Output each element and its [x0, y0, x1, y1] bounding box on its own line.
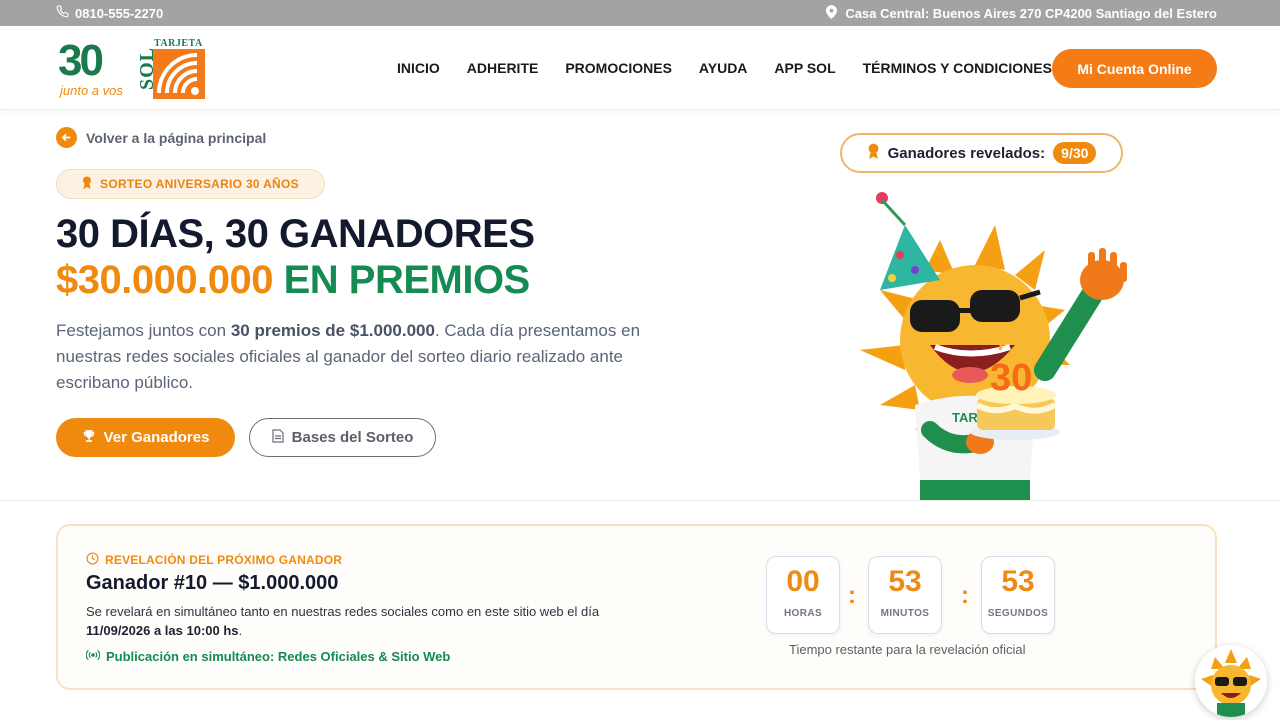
nav-adherite[interactable]: ADHERITE — [467, 60, 539, 76]
address: Casa Central: Buenos Aires 270 CP4200 Sa… — [826, 0, 1217, 26]
prize-amount: $30.000.000 — [56, 258, 273, 302]
next-winner-description: Se revelará en simultáneo tanto en nuest… — [86, 602, 646, 640]
next-winner-label-text: REVELACIÓN DEL PRÓXIMO GANADOR — [105, 553, 343, 567]
revealed-count: 9/30 — [1053, 142, 1097, 164]
logo-tagline: junto a vos — [60, 83, 123, 98]
hero-title-line1: 30 DÍAS, 30 GANADORES — [56, 212, 535, 256]
prize-label: EN PREMIOS — [283, 258, 531, 302]
chat-mascot-button[interactable] — [1195, 645, 1267, 717]
publication-text: Publicación en simultáneo: Redes Oficial… — [106, 649, 451, 664]
main-nav: INICIO ADHERITE PROMOCIONES AYUDA APP SO… — [397, 26, 1068, 110]
account-button[interactable]: Mi Cuenta Online — [1052, 49, 1217, 88]
award-icon — [867, 143, 880, 163]
seconds-value: 53 — [1001, 565, 1035, 598]
seconds-unit: SEGUNDOS — [987, 608, 1049, 619]
hours-box: 00 HORAS — [766, 556, 840, 634]
phone-icon — [56, 5, 69, 21]
nav-app-sol[interactable]: APP SOL — [774, 60, 835, 76]
nav-terminos[interactable]: TÉRMINOS Y CONDICIONES — [863, 60, 1068, 76]
badge-text: SORTEO ANIVERSARIO 30 AÑOS — [100, 177, 299, 191]
clock-icon — [86, 552, 99, 568]
minutes-box: 53 MINUTOS — [868, 556, 942, 634]
rules-label: Bases del Sorteo — [291, 429, 414, 446]
nav-terminos-label: TÉRMINOS Y CONDICIONES — [862, 60, 1052, 76]
publication-note: Publicación en simultáneo: Redes Oficial… — [85, 649, 451, 664]
hero-title-line2: $30.000.000 EN PREMIOS — [56, 258, 530, 303]
revealed-label: Ganadores revelados: — [887, 144, 1046, 162]
nav-ayuda[interactable]: AYUDA — [699, 60, 748, 76]
minutes-unit: MINUTOS — [880, 608, 930, 619]
trophy-icon — [82, 429, 96, 447]
countdown-note: Tiempo restante para la revelación ofici… — [789, 642, 1026, 657]
top-bar: 0810-555-2270 Casa Central: Buenos Aires… — [0, 0, 1280, 26]
broadcast-icon — [85, 649, 101, 664]
winners-revealed-pill: Ganadores revelados: 9/30 — [840, 133, 1123, 173]
next-winner-title: Ganador #10 — $1.000.000 — [86, 572, 339, 594]
back-link-label: Volver a la página principal — [86, 129, 267, 146]
seconds-box: 53 SEGUNDOS — [981, 556, 1055, 634]
brand-logo[interactable]: 30 junto a vos SOL TARJETA — [58, 37, 208, 101]
hero-description: Festejamos juntos con 30 premios de $1.0… — [56, 318, 646, 396]
time-separator: : — [848, 582, 856, 609]
section-divider — [0, 500, 1280, 501]
logo-signal-mark — [153, 49, 205, 99]
gdesc-pre: Se revelará en simultáneo tanto en nuest… — [86, 604, 600, 619]
view-winners-button[interactable]: Ver Ganadores — [56, 418, 235, 457]
next-winner-label: REVELACIÓN DEL PRÓXIMO GANADOR — [86, 552, 342, 568]
desc-bold: 30 premios de $1.000.000 — [230, 321, 435, 340]
svg-text:30: 30 — [990, 357, 1032, 399]
address-text: Casa Central: Buenos Aires 270 CP4200 Sa… — [845, 5, 1217, 21]
time-separator: : — [961, 582, 969, 609]
document-icon — [272, 428, 284, 447]
logo-30: 30 — [58, 36, 104, 85]
arrow-left-icon — [56, 127, 77, 148]
next-winner-card: REVELACIÓN DEL PRÓXIMO GANADOR Ganador #… — [56, 524, 1217, 690]
minutes-value: 53 — [888, 565, 922, 598]
phone-contact[interactable]: 0810-555-2270 — [56, 0, 163, 26]
view-winners-label: Ver Ganadores — [103, 429, 210, 446]
anniversary-badge: SORTEO ANIVERSARIO 30 AÑOS — [56, 169, 325, 199]
gdesc-post: . — [238, 623, 243, 638]
nav-promociones[interactable]: PROMOCIONES — [565, 60, 672, 76]
logo-tarjeta: TARJETA — [154, 38, 203, 49]
rules-button[interactable]: Bases del Sorteo — [249, 418, 436, 457]
phone-number: 0810-555-2270 — [75, 5, 164, 21]
hours-value: 00 — [786, 565, 820, 598]
gdesc-bold: 11/09/2026 a las 10:00 hs — [86, 623, 239, 638]
award-icon — [82, 176, 92, 192]
nav-inicio[interactable]: INICIO — [397, 60, 440, 76]
hours-unit: HORAS — [783, 608, 823, 619]
sun-mascot-illustration: TAR 30 — [820, 180, 1140, 500]
back-link[interactable]: Volver a la página principal — [56, 127, 266, 148]
svg-text:TAR: TAR — [952, 410, 978, 425]
site-header: 30 junto a vos SOL TARJETA INICIO ADHERI… — [0, 26, 1280, 110]
desc-pre: Festejamos juntos con — [56, 321, 231, 340]
location-pin-icon — [826, 4, 838, 22]
